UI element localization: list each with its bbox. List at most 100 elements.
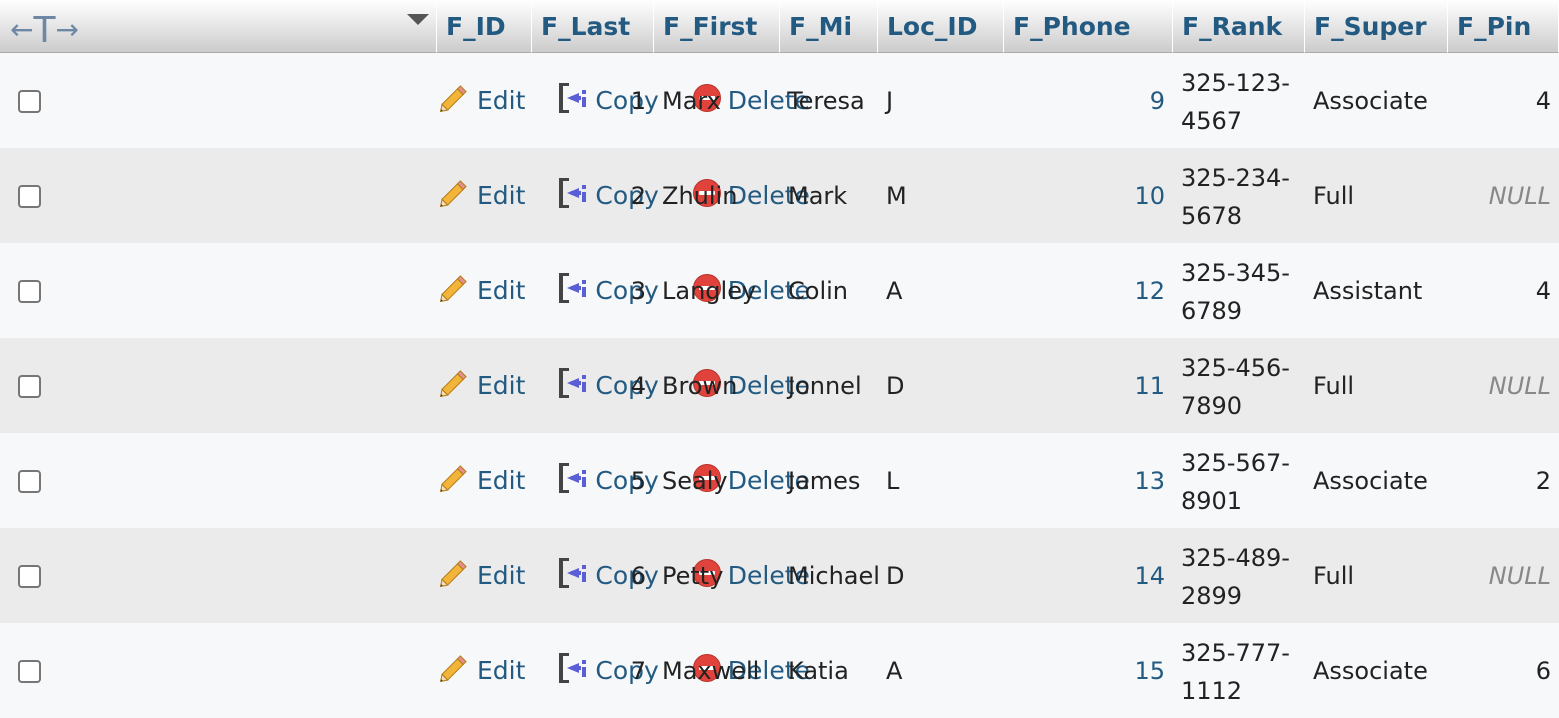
edit-button[interactable]: Edit xyxy=(437,176,525,216)
table-body: Edit Copy Delete 1 Marx Teresa J 9 325-1… xyxy=(0,53,1559,718)
column-header-f-super[interactable]: F_Super xyxy=(1305,0,1448,53)
column-header-f-mi[interactable]: F_Mi xyxy=(780,0,878,53)
edit-button[interactable]: Edit xyxy=(437,81,525,121)
row-actions: Edit Copy Delete xyxy=(437,623,810,718)
cell-f-phone: 325-489-2899 xyxy=(1173,528,1305,623)
copy-label: Copy xyxy=(595,181,659,210)
row-checkbox[interactable] xyxy=(18,565,41,588)
edit-button[interactable]: Edit xyxy=(437,556,525,596)
results-table: ←T→ F_ID F_Last F_First F_Mi Loc_ID F_Ph… xyxy=(0,0,1559,718)
pencil-icon xyxy=(437,176,471,216)
column-header-f-pin[interactable]: F_Pin xyxy=(1448,0,1559,53)
row-checkbox[interactable] xyxy=(18,185,41,208)
cell-f-super: 6 xyxy=(1448,623,1559,718)
table-header-row: ←T→ F_ID F_Last F_First F_Mi Loc_ID F_Ph… xyxy=(0,0,1559,53)
cell-f-super: NULL xyxy=(1448,148,1559,243)
row-checkbox[interactable] xyxy=(18,280,41,303)
column-header-loc-id[interactable]: Loc_ID xyxy=(878,0,1004,53)
cell-loc-id[interactable]: 14 xyxy=(1004,528,1173,623)
column-header-f-first[interactable]: F_First xyxy=(654,0,780,53)
table-row: Edit Copy xyxy=(0,53,1559,148)
cell-f-rank: Full xyxy=(1305,338,1448,433)
edit-button[interactable]: Edit xyxy=(437,651,525,691)
row-checkbox[interactable] xyxy=(18,470,41,493)
cell-f-first: Michael xyxy=(780,528,880,623)
cell-f-mi: J xyxy=(878,53,1004,148)
cell-f-super: 4 xyxy=(1448,243,1559,338)
copy-icon xyxy=(557,271,589,311)
table-row: Edit Copy xyxy=(0,148,1559,243)
edit-label: Edit xyxy=(477,371,526,400)
edit-button[interactable]: Edit xyxy=(437,366,525,406)
copy-label: Copy xyxy=(595,466,659,495)
column-header-f-rank[interactable]: F_Rank xyxy=(1173,0,1305,53)
pencil-icon xyxy=(437,366,471,406)
cell-loc-id[interactable]: 9 xyxy=(1004,53,1173,148)
row-actions: Edit Copy Delete xyxy=(437,528,810,623)
cell-f-mi: D xyxy=(878,338,1004,433)
cell-loc-id[interactable]: 10 xyxy=(1004,148,1173,243)
cell-f-mi: D xyxy=(878,528,1004,623)
edit-label: Edit xyxy=(477,276,526,305)
table-row: Edit Copy xyxy=(0,528,1559,623)
cell-f-super: 2 xyxy=(1448,433,1559,528)
cell-f-rank: Associate xyxy=(1305,623,1448,718)
row-select-cell xyxy=(0,243,437,338)
cell-loc-id[interactable]: 13 xyxy=(1004,433,1173,528)
table-row: Edit Copy xyxy=(0,433,1559,528)
row-actions: Edit Copy Delete xyxy=(437,433,810,528)
row-checkbox[interactable] xyxy=(18,90,41,113)
copy-icon xyxy=(557,366,589,406)
copy-icon xyxy=(557,556,589,596)
row-select-cell xyxy=(0,528,437,623)
table-row: Edit Copy xyxy=(0,338,1559,433)
row-select-cell xyxy=(0,148,437,243)
row-checkbox[interactable] xyxy=(18,375,41,398)
edit-label: Edit xyxy=(477,181,526,210)
cell-f-mi: A xyxy=(878,243,1004,338)
copy-label: Copy xyxy=(595,561,659,590)
cell-f-rank: Associate xyxy=(1305,433,1448,528)
column-header-f-last[interactable]: F_Last xyxy=(532,0,654,53)
copy-label: Copy xyxy=(595,276,659,305)
pencil-icon xyxy=(437,556,471,596)
edit-label: Edit xyxy=(477,656,526,685)
row-select-cell xyxy=(0,338,437,433)
pencil-icon xyxy=(437,271,471,311)
cell-f-mi: L xyxy=(878,433,1004,528)
cell-f-phone: 325-123-4567 xyxy=(1173,53,1305,148)
cell-f-mi: A xyxy=(878,623,1004,718)
table-row: Edit Copy xyxy=(0,623,1559,718)
table-row: Edit Copy xyxy=(0,243,1559,338)
row-checkbox[interactable] xyxy=(18,660,41,683)
column-header-f-phone[interactable]: F_Phone xyxy=(1004,0,1173,53)
cell-f-phone: 325-567-8901 xyxy=(1173,433,1305,528)
cell-f-rank: Full xyxy=(1305,148,1448,243)
column-header-f-id[interactable]: F_ID xyxy=(437,0,532,53)
cell-f-first: Katia xyxy=(780,623,878,718)
edit-label: Edit xyxy=(477,561,526,590)
sort-triangle-icon[interactable] xyxy=(407,14,429,25)
cell-f-first: James xyxy=(780,433,878,528)
copy-icon xyxy=(557,81,589,121)
row-select-cell xyxy=(0,53,437,148)
edit-button[interactable]: Edit xyxy=(437,461,525,501)
cell-f-super: NULL xyxy=(1448,338,1559,433)
copy-label: Copy xyxy=(595,86,659,115)
column-controls: ←T→ xyxy=(0,0,437,53)
cell-loc-id[interactable]: 12 xyxy=(1004,243,1173,338)
row-select-cell xyxy=(0,623,437,718)
cell-loc-id[interactable]: 11 xyxy=(1004,338,1173,433)
cell-f-first: Jonnel xyxy=(780,338,878,433)
cell-f-first: Teresa xyxy=(780,53,878,148)
cell-f-mi: M xyxy=(878,148,1004,243)
edit-button[interactable]: Edit xyxy=(437,271,525,311)
row-actions: Edit Copy Delete xyxy=(437,243,810,338)
edit-label: Edit xyxy=(477,86,526,115)
cell-f-phone: 325-234-5678 xyxy=(1173,148,1305,243)
cell-f-super: NULL xyxy=(1448,528,1559,623)
copy-icon xyxy=(557,651,589,691)
column-arrows-icon[interactable]: ←T→ xyxy=(10,7,79,51)
cell-loc-id[interactable]: 15 xyxy=(1004,623,1173,718)
copy-label: Copy xyxy=(595,656,659,685)
